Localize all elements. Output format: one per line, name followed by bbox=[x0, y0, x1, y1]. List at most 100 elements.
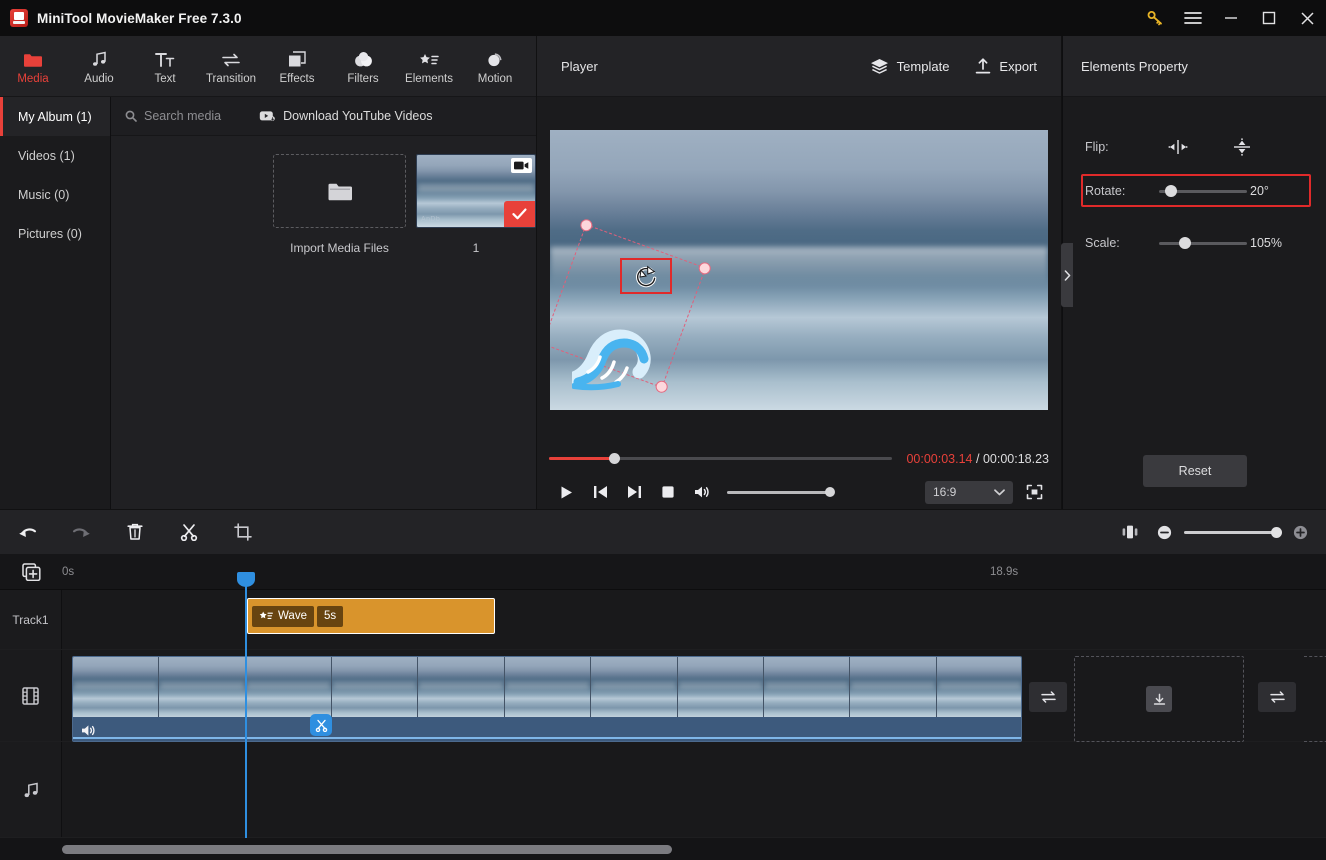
timeline-zoom-slider[interactable] bbox=[1184, 526, 1282, 538]
timeline-horizontal-scrollbar[interactable] bbox=[62, 844, 672, 854]
fullscreen-button[interactable] bbox=[1019, 478, 1049, 506]
timeline-clip-video[interactable] bbox=[72, 656, 1022, 742]
undo-button[interactable] bbox=[0, 510, 54, 555]
timeline-clip-wave[interactable]: Wave 5s bbox=[247, 598, 495, 634]
tool-effects[interactable]: Effects bbox=[264, 36, 330, 97]
timeline-zoom-knob[interactable] bbox=[1271, 526, 1282, 538]
video-frame-thumb bbox=[73, 657, 160, 719]
media-item-thumbnail[interactable]: AnDb bbox=[416, 154, 536, 228]
app-logo-icon bbox=[10, 9, 28, 27]
element-track-body[interactable]: Wave 5s bbox=[62, 590, 1326, 649]
template-button[interactable]: Template bbox=[870, 58, 949, 74]
sidebar-item-music[interactable]: Music (0) bbox=[0, 175, 110, 214]
sidebar-item-my-album[interactable]: My Album (1) bbox=[0, 97, 110, 136]
scale-slider[interactable] bbox=[1159, 237, 1247, 249]
audio-track-header[interactable] bbox=[0, 742, 62, 837]
reset-row: Reset bbox=[1063, 433, 1326, 509]
rotate-slider-knob[interactable] bbox=[1165, 185, 1177, 197]
transition-slot-left[interactable] bbox=[1029, 682, 1067, 712]
rotate-slider[interactable] bbox=[1159, 185, 1247, 197]
flip-vertical-button[interactable] bbox=[1225, 133, 1259, 161]
media-drop-zone[interactable] bbox=[1074, 656, 1244, 742]
download-youtube-button[interactable]: Download YouTube Videos bbox=[259, 109, 433, 123]
search-input[interactable]: Search media bbox=[125, 109, 221, 123]
tool-filters[interactable]: Filters bbox=[330, 36, 396, 97]
volume-knob[interactable] bbox=[825, 487, 835, 497]
tool-motion[interactable]: Motion bbox=[462, 36, 528, 97]
undo-arrow-icon bbox=[18, 528, 36, 537]
video-track-header[interactable] bbox=[0, 650, 62, 741]
progress-knob[interactable] bbox=[609, 453, 621, 464]
menu-icon[interactable] bbox=[1174, 0, 1212, 36]
main-toolbar: Media Audio Text Transition Effects Filt… bbox=[0, 36, 536, 97]
volume-slider[interactable] bbox=[727, 487, 835, 497]
video-frame-thumb bbox=[159, 657, 246, 719]
tool-label: Media bbox=[17, 72, 49, 85]
aspect-ratio-select[interactable]: 16:9 bbox=[925, 480, 1013, 504]
rotate-label: Rotate: bbox=[1085, 184, 1126, 198]
tool-elements[interactable]: Elements bbox=[396, 36, 462, 97]
sidebar-item-videos[interactable]: Videos (1) bbox=[0, 136, 110, 175]
video-frame-thumb bbox=[677, 657, 764, 719]
redo-button[interactable] bbox=[54, 510, 108, 555]
folder-open-icon bbox=[328, 183, 352, 200]
transport-controls: 16:9 bbox=[549, 475, 1049, 509]
scale-slider-knob[interactable] bbox=[1179, 237, 1191, 249]
clip-audio-waveform bbox=[73, 717, 1021, 741]
tool-audio[interactable]: Audio bbox=[66, 36, 132, 97]
prev-frame-button[interactable] bbox=[583, 477, 617, 507]
media-drop-zone-overflow[interactable] bbox=[1304, 656, 1326, 742]
export-button[interactable]: Export bbox=[975, 57, 1037, 75]
maximize-icon[interactable] bbox=[1250, 0, 1288, 36]
properties-body: Flip: Rotate: 20° Scale: 105% bbox=[1063, 97, 1326, 265]
video-track-body[interactable] bbox=[62, 650, 1326, 742]
video-preview-canvas[interactable] bbox=[550, 129, 1048, 410]
crop-button[interactable] bbox=[216, 510, 270, 555]
clip-mute-button[interactable] bbox=[81, 724, 97, 737]
wave-sticker[interactable] bbox=[572, 320, 672, 400]
effects-squares-icon bbox=[288, 48, 306, 68]
split-at-playhead-button[interactable] bbox=[310, 714, 332, 736]
app-window: MiniTool MovieMaker Free 7.3.0 Media Aud… bbox=[0, 0, 1326, 860]
audio-track-body[interactable] bbox=[62, 742, 1326, 837]
delete-button[interactable] bbox=[108, 510, 162, 555]
video-thumbnail-strip bbox=[73, 657, 1021, 719]
import-media-card[interactable]: Import Media Files bbox=[273, 154, 406, 255]
tool-label: Motion bbox=[477, 72, 513, 85]
panel-collapse-handle[interactable] bbox=[1061, 243, 1073, 307]
zoom-in-button[interactable] bbox=[1290, 522, 1310, 542]
tool-transition[interactable]: Transition bbox=[198, 36, 264, 97]
timeline-ruler: 0s 18.9s bbox=[0, 555, 1326, 590]
transition-slot-right[interactable] bbox=[1258, 682, 1296, 712]
next-frame-button[interactable] bbox=[617, 477, 651, 507]
app-title: MiniTool MovieMaker Free 7.3.0 bbox=[37, 10, 242, 26]
current-time: 00:00:03.14 bbox=[906, 451, 973, 466]
progress-row: 00:00:03.14 / 00:00:18.23 bbox=[549, 442, 1049, 475]
key-icon[interactable] bbox=[1136, 0, 1174, 36]
video-frame-thumb bbox=[245, 657, 333, 719]
sidebar-item-pictures[interactable]: Pictures (0) bbox=[0, 214, 110, 253]
stop-button[interactable] bbox=[651, 477, 685, 507]
flip-horizontal-button[interactable] bbox=[1161, 133, 1195, 161]
play-button[interactable] bbox=[549, 477, 583, 507]
media-sidebar: My Album (1) Videos (1) Music (0) Pictur… bbox=[0, 97, 111, 509]
tool-media[interactable]: Media bbox=[0, 36, 66, 97]
playback-progress-slider[interactable] bbox=[549, 453, 893, 464]
reset-button[interactable]: Reset bbox=[1143, 455, 1247, 487]
minimize-icon[interactable] bbox=[1212, 0, 1250, 36]
split-button[interactable] bbox=[162, 510, 216, 555]
close-icon[interactable] bbox=[1288, 0, 1326, 36]
elements-star-list-icon bbox=[259, 611, 273, 619]
import-media-dropzone[interactable] bbox=[273, 154, 406, 228]
volume-button[interactable] bbox=[685, 477, 719, 507]
tool-text[interactable]: Text bbox=[132, 36, 198, 97]
video-frame-thumb bbox=[850, 657, 937, 719]
media-item[interactable]: AnDb 1 bbox=[416, 154, 536, 255]
playhead-handle[interactable] bbox=[237, 572, 255, 587]
fit-timeline-button[interactable] bbox=[1116, 518, 1144, 546]
element-track-header[interactable]: Track1 bbox=[0, 590, 62, 649]
rotate-cursor-icon bbox=[620, 257, 672, 294]
zoom-out-button[interactable] bbox=[1154, 522, 1174, 542]
speaker-icon bbox=[694, 486, 709, 498]
add-track-button[interactable] bbox=[0, 563, 62, 581]
